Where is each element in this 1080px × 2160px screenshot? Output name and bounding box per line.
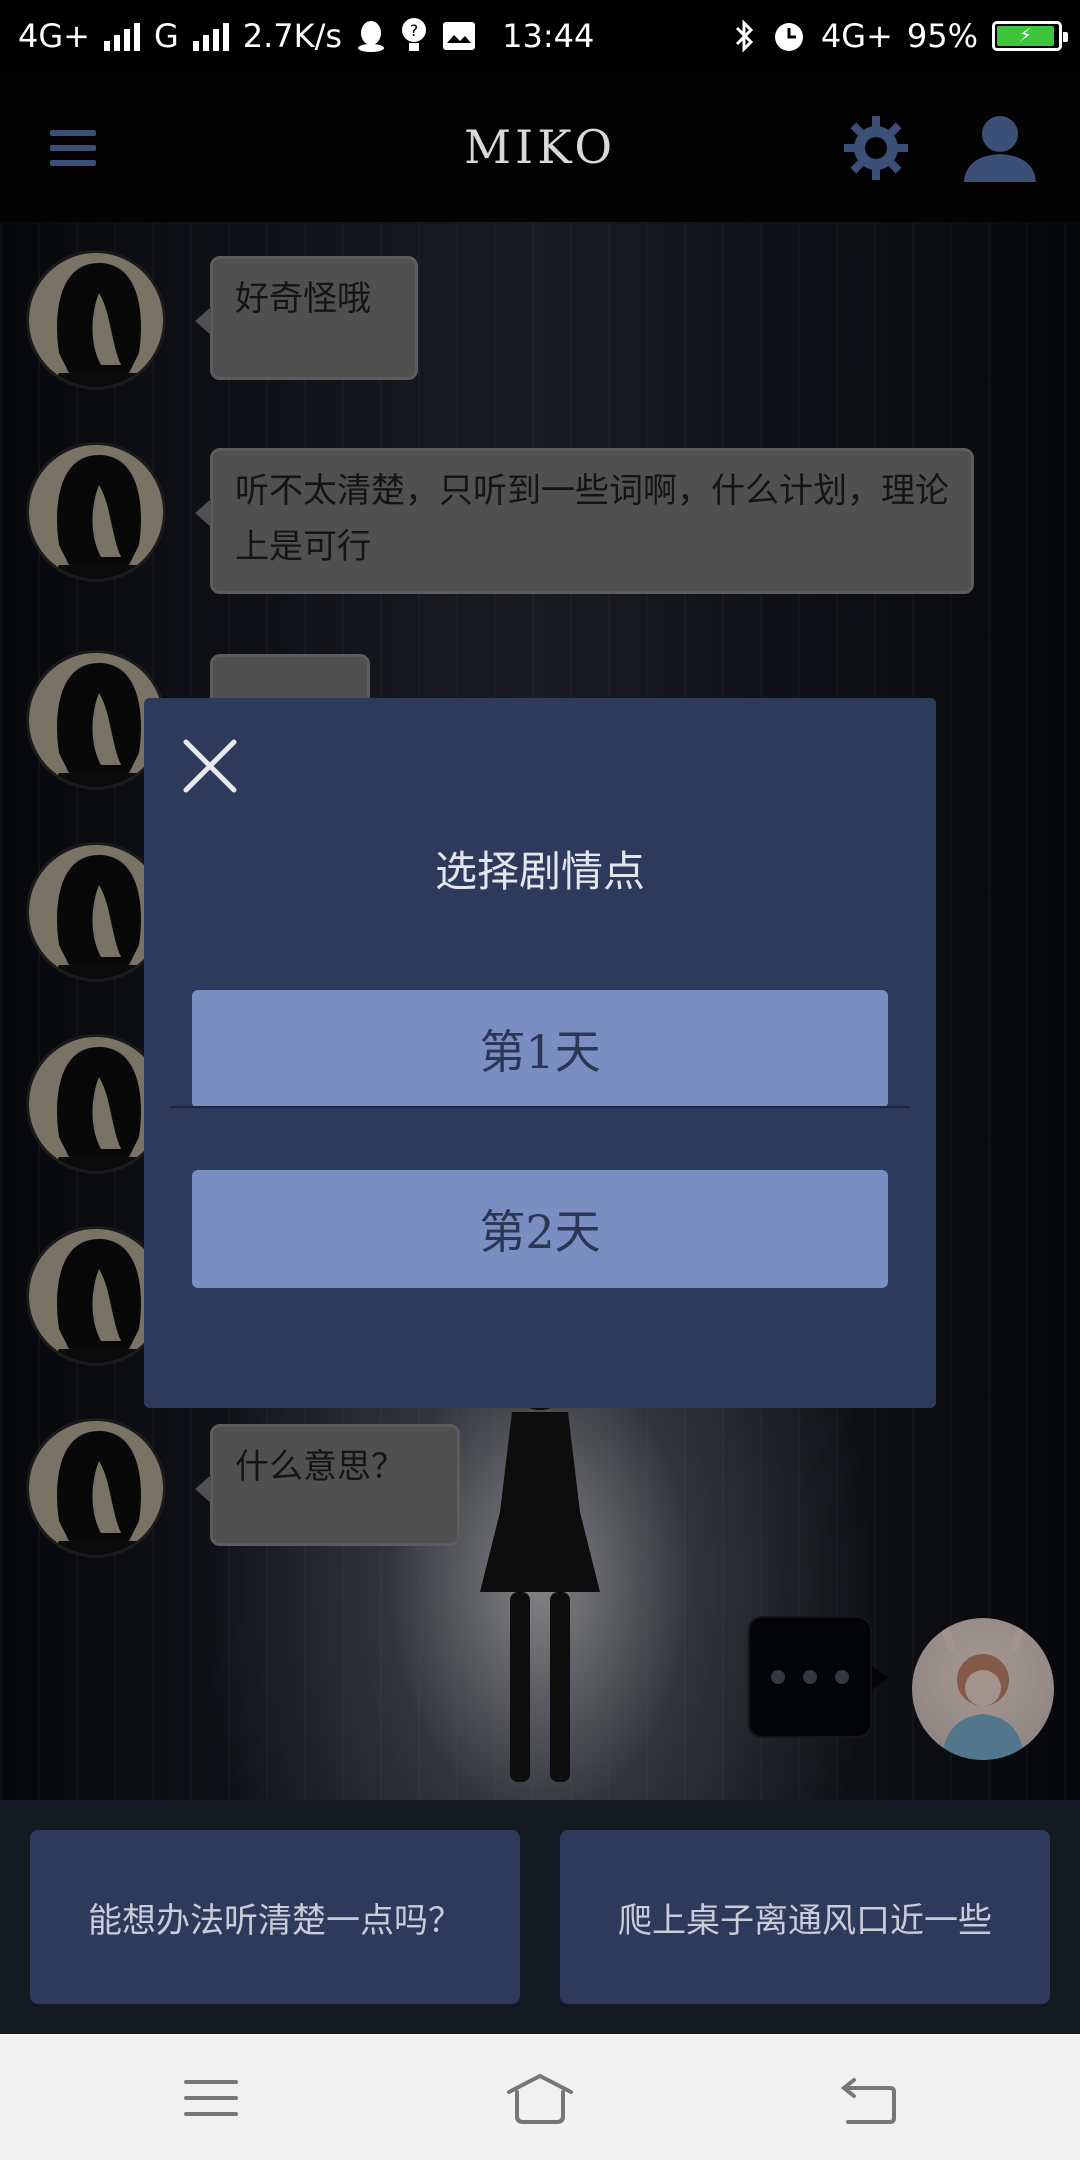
battery-percent: 95% bbox=[906, 17, 978, 55]
reply-option-1-button[interactable]: 能想办法听清楚一点吗？ bbox=[30, 1830, 520, 2004]
home-icon[interactable] bbox=[505, 2070, 575, 2126]
app-title: MIKO bbox=[463, 120, 617, 174]
dialog-title: 选择剧情点 bbox=[434, 847, 645, 896]
option-divider bbox=[170, 1106, 910, 1108]
network-speed: 2.7K/s bbox=[242, 17, 343, 55]
clock: 13:44 bbox=[502, 17, 595, 55]
battery-icon: ⚡ bbox=[992, 21, 1068, 51]
status-bar: 4G+ G 2.7K/s ? 13:44 4G+ 95% ⚡ bbox=[0, 0, 1080, 72]
chapter-select-dialog: 选择剧情点 第1天 第2天 bbox=[144, 698, 936, 1408]
qq-icon bbox=[358, 21, 385, 52]
user-icon[interactable] bbox=[960, 112, 1040, 184]
network-type-2: G bbox=[153, 17, 179, 55]
network-type-1: 4G+ bbox=[18, 17, 90, 55]
image-icon bbox=[443, 22, 476, 50]
status-left: 4G+ G 2.7K/s ? 13:44 bbox=[18, 17, 594, 55]
system-nav-bar bbox=[0, 2034, 1080, 2160]
back-icon[interactable] bbox=[834, 2070, 904, 2126]
reply-options: 能想办法听清楚一点吗？ 爬上桌子离通风口近一些 bbox=[0, 1800, 1080, 2034]
alarm-icon bbox=[774, 23, 803, 51]
close-icon[interactable] bbox=[180, 736, 240, 796]
hint-icon: ? bbox=[402, 18, 427, 51]
svg-text:?: ? bbox=[410, 21, 419, 40]
option-day-2-button[interactable]: 第2天 bbox=[192, 1170, 888, 1288]
option-day-1-button[interactable]: 第1天 bbox=[192, 990, 888, 1108]
status-right: 4G+ 95% ⚡ bbox=[733, 17, 1068, 55]
app-header: MIKO bbox=[0, 72, 1080, 222]
network-type-3: 4G+ bbox=[820, 17, 893, 55]
gear-icon[interactable] bbox=[840, 112, 912, 184]
reply-option-2-button[interactable]: 爬上桌子离通风口近一些 bbox=[560, 1830, 1050, 2004]
signal-icon-2 bbox=[192, 21, 229, 51]
bluetooth-icon bbox=[735, 19, 754, 53]
battery-fill: ⚡ bbox=[997, 26, 1054, 46]
signal-icon bbox=[103, 21, 140, 51]
menu-icon[interactable] bbox=[176, 2070, 246, 2126]
